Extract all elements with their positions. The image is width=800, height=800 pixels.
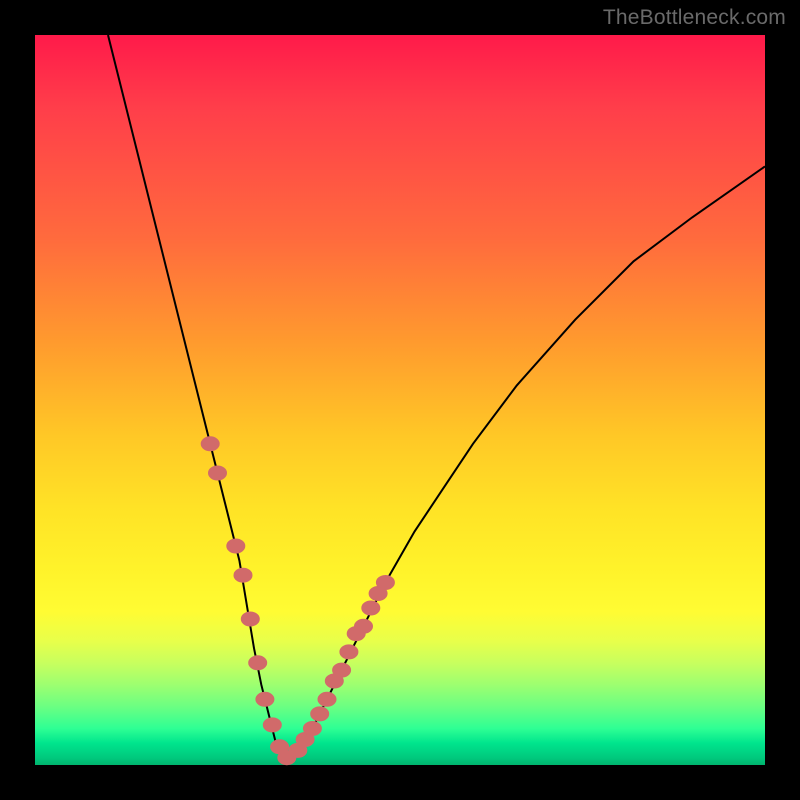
marker-dot [318, 692, 336, 706]
marker-dot [333, 663, 351, 677]
marker-dot [241, 612, 259, 626]
marker-dot [303, 722, 321, 736]
marker-dot [256, 692, 274, 706]
marker-dot [340, 645, 358, 659]
marker-dot [227, 539, 245, 553]
marker-dot [209, 466, 227, 480]
marker-group [201, 437, 394, 765]
marker-dot [234, 568, 252, 582]
chart-frame: TheBottleneck.com [0, 0, 800, 800]
marker-dot [311, 707, 329, 721]
curve-right-branch [283, 166, 765, 761]
marker-dot [201, 437, 219, 451]
watermark-text: TheBottleneck.com [603, 6, 786, 30]
marker-dot [249, 656, 267, 670]
marker-dot [355, 619, 373, 633]
marker-dot [263, 718, 281, 732]
curve-layer [35, 35, 765, 765]
marker-dot [362, 601, 380, 615]
marker-dot [376, 576, 394, 590]
curve-left-branch [108, 35, 283, 761]
